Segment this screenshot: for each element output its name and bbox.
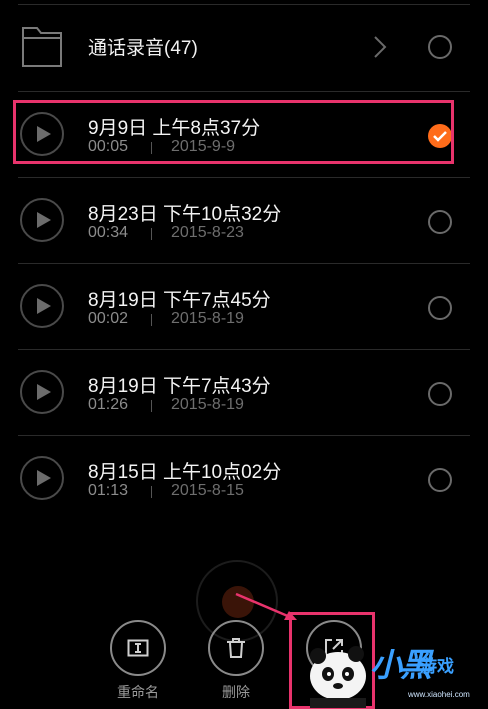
annotation-arrow bbox=[235, 592, 297, 620]
watermark-subtext: 游戏 bbox=[420, 657, 454, 676]
watermark-url: www.xiaohei.com bbox=[408, 690, 470, 699]
